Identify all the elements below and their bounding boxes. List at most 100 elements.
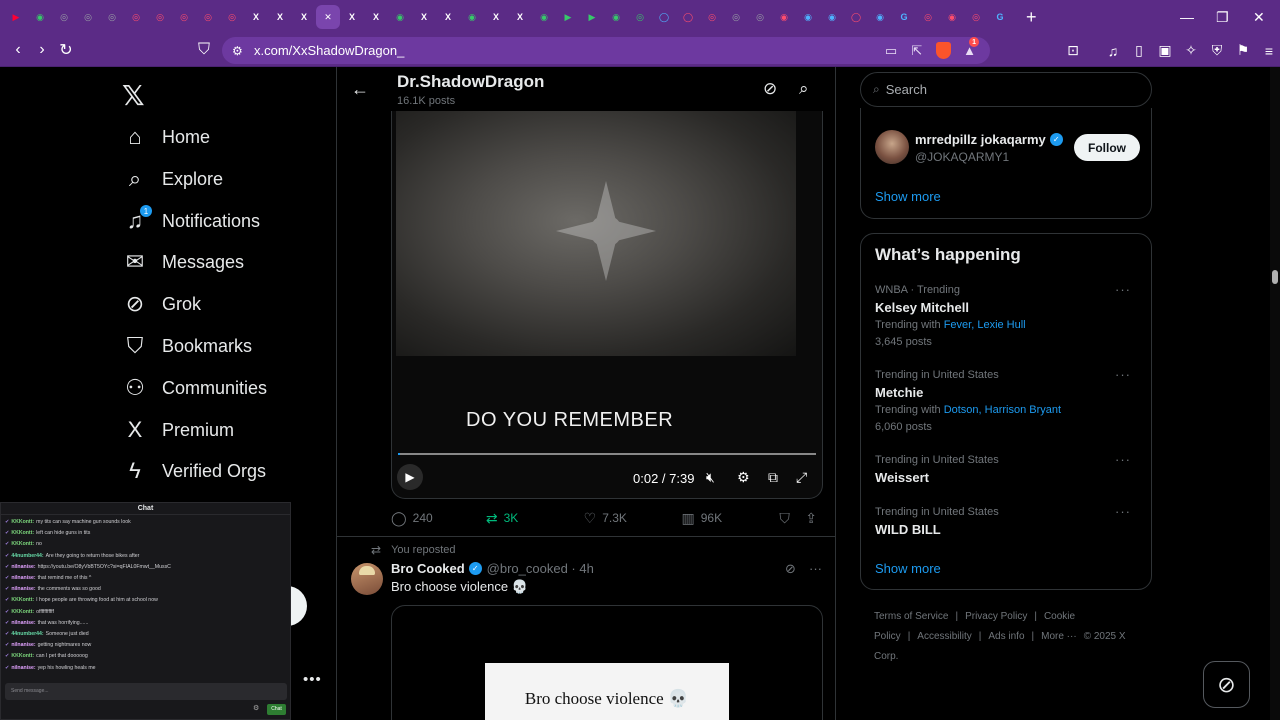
browser-tab[interactable]: ◎ [148,5,172,29]
follow-button[interactable]: Follow [1074,134,1140,161]
nav-item-explore[interactable]: ⌕ Explore [122,163,223,195]
nav-item-messages[interactable]: ✉ Messages [122,246,244,278]
meme-image[interactable]: Bro choose violence 💀 [485,663,729,720]
browser-tab[interactable]: ◯ [844,5,868,29]
play-icon[interactable]: ▶ [397,464,423,490]
site-info-icon[interactable]: ⚙ [232,44,243,58]
repost-button[interactable]: ⇄ 3K [486,510,584,527]
browser-tab[interactable]: X [364,5,388,29]
reload-icon[interactable]: ↻ [54,40,78,60]
search-profile-icon[interactable]: ⌕ [799,79,809,99]
trend-name[interactable]: WILD BILL [875,522,1139,537]
trend-more-icon[interactable]: ··· [1115,504,1131,519]
chat-username[interactable]: nilnanise: [11,642,35,648]
chat-input[interactable]: Send message... [5,683,287,700]
nav-item-home[interactable]: ⌂ Home [122,121,210,153]
url-text[interactable]: x.com/XxShadowDragon_ [254,43,404,58]
browser-tab[interactable]: G [988,5,1012,29]
browser-tab[interactable]: ◎ [220,5,244,29]
close-window-button[interactable]: ✕ [1253,0,1265,34]
pip-icon[interactable]: ⧉ [768,469,778,486]
video-frame[interactable] [396,111,796,356]
browser-tab[interactable]: ◉ [940,5,964,29]
views-button[interactable]: ▥ 96K [681,510,779,527]
browser-tab[interactable]: ◎ [916,5,940,29]
search-input[interactable] [885,82,1126,97]
restore-button[interactable]: ❐ [1216,0,1229,34]
trend-item[interactable]: WNBA · Trending Kelsey Mitchell Trending w… [875,282,1139,348]
leo-icon[interactable]: ✧ [1178,42,1204,59]
browser-tab[interactable]: ◉ [604,5,628,29]
author-name[interactable]: Bro Cooked [391,561,465,576]
browser-tab[interactable]: ◉ [796,5,820,29]
suggested-user-name[interactable]: mrredpillz jokaqarmy [915,132,1046,147]
nav-item-bookmarks[interactable]: ⛉ Bookmarks [122,330,252,362]
x-logo-icon[interactable]: 𝕏 [122,79,145,112]
post-media[interactable]: Bro choose violence 💀 [391,605,823,720]
bookmark-page-icon[interactable]: ⛉ [192,41,216,59]
chat-settings-icon[interactable]: ⚙ [253,704,259,712]
wallet-icon[interactable]: ▣ [1152,42,1178,59]
chat-username[interactable]: nilnanise: [11,586,35,592]
browser-tab[interactable]: ◉ [772,5,796,29]
suggested-user-handle[interactable]: @JOKAQARMY1 [915,150,1009,164]
trend-related-link[interactable]: Fever [944,319,972,331]
screenshot-icon[interactable]: ⊡ [1060,42,1086,59]
browser-tab[interactable]: ◎ [52,5,76,29]
author-handle[interactable]: @bro_cooked · 4h [487,561,594,576]
settings-gear-icon[interactable]: ⚙ [737,469,750,486]
browser-tab[interactable]: X [268,5,292,29]
mute-icon[interactable]: 🔇︎ [706,469,715,486]
music-icon[interactable]: ♫ [1100,43,1126,59]
avatar[interactable] [351,563,383,595]
trend-more-icon[interactable]: ··· [1115,282,1131,297]
nav-item-premium[interactable]: X Premium [122,414,234,446]
browser-tab[interactable]: ▶ [580,5,604,29]
post-author[interactable]: Bro Cooked ✓ @bro_cooked · 4h [391,561,594,576]
browser-tab[interactable]: ◎ [100,5,124,29]
brave-shield-icon[interactable] [936,42,952,59]
chat-username[interactable]: KKKontt: [11,519,34,525]
video-player[interactable]: DO YOU REMEMBER ▶ 0:02 / 7:39 🔇︎ ⚙ ⧉ ⤢ [391,111,823,499]
scrollbar-thumb[interactable] [1272,270,1278,284]
chat-username[interactable]: KKKontt: [11,541,34,547]
browser-tab[interactable]: X [508,5,532,29]
browser-tab[interactable]: ◎ [196,5,220,29]
browser-tab[interactable]: ▶ [556,5,580,29]
footer-link[interactable]: Privacy Policy [965,611,1027,622]
footer-link[interactable]: Terms of Service [874,611,948,622]
chat-username[interactable]: KKKontt: [11,653,34,659]
browser-tab[interactable]: ◎ [76,5,100,29]
back-arrow-icon[interactable]: ← [351,79,369,100]
browser-tab[interactable]: ◯ [676,5,700,29]
browser-tab[interactable]: ✕ [316,5,340,29]
cast-icon[interactable]: ▭ [885,43,897,59]
browser-tab[interactable]: X [484,5,508,29]
post-more-icon[interactable]: ··· [809,561,822,576]
vpn-icon[interactable]: ⛨ [1204,42,1230,59]
grok-header-icon[interactable]: ⊘ [763,79,777,99]
menu-icon[interactable]: ≡ [1256,43,1280,59]
back-icon[interactable]: ‹ [6,41,30,59]
trend-related-link[interactable]: Harrison Bryant [985,404,1061,416]
trend-more-icon[interactable]: ··· [1115,367,1131,382]
nav-item-grok[interactable]: ⊘ Grok [122,288,201,320]
browser-tab[interactable]: ◎ [748,5,772,29]
trend-related-link[interactable]: Dotson [944,404,979,416]
browser-tab[interactable]: ◎ [700,5,724,29]
nav-item-verified-orgs[interactable]: ϟ Verified Orgs [122,455,266,487]
avatar[interactable] [875,130,909,164]
fullscreen-icon[interactable]: ⤢ [796,469,807,486]
sidebar-icon[interactable]: ▯ [1126,42,1152,59]
footer-link[interactable]: Ads info [988,631,1024,642]
browser-tab[interactable]: ◯ [652,5,676,29]
browser-tab[interactable]: ◎ [724,5,748,29]
browser-tab[interactable]: ◉ [28,5,52,29]
browser-tab[interactable]: ▶ [4,5,28,29]
trend-more-icon[interactable]: ··· [1115,452,1131,467]
chat-username[interactable]: nilnanise: [11,575,35,581]
chat-send-button[interactable]: Chat [267,704,286,715]
browser-tab[interactable]: X [292,5,316,29]
forward-icon[interactable]: › [30,41,54,59]
share-button[interactable]: ⇪ [805,510,823,527]
